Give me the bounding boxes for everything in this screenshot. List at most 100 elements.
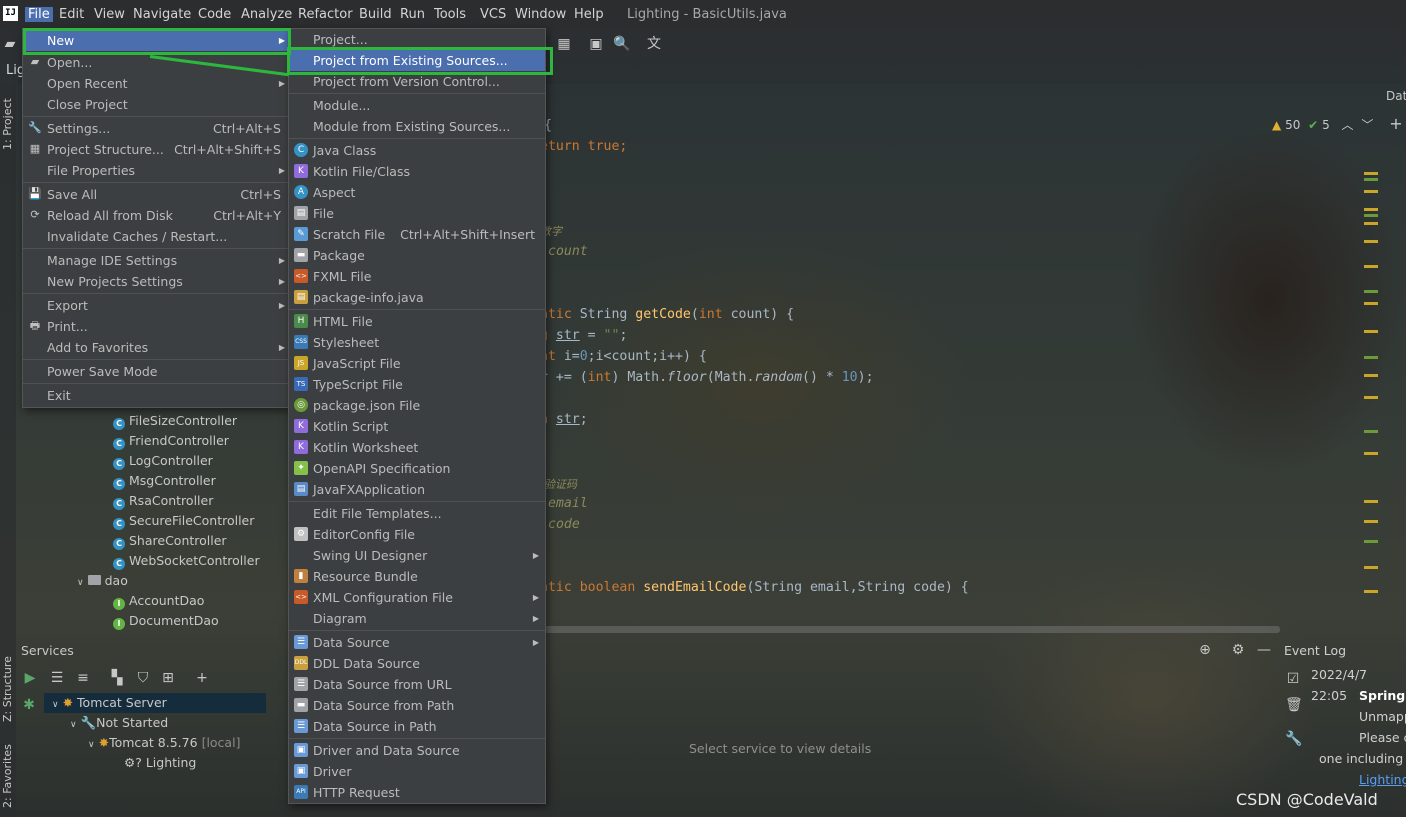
menu-edit[interactable]: Edit [59, 7, 84, 22]
new-menu-item-javascript-file[interactable]: JS JavaScript File [289, 353, 545, 374]
target-icon[interactable]: ⊕ [1197, 642, 1213, 658]
new-menu-item-data-source-in-path[interactable]: ☰ Data Source in Path [289, 716, 545, 737]
menu-analyze[interactable]: Analyze [241, 7, 292, 22]
tree-item[interactable]: C MsgController [113, 473, 216, 490]
file-menu-item-manage-ide-settings[interactable]: Manage IDE Settings ▶ [23, 250, 289, 271]
new-menu-item-file[interactable]: ▤ File [289, 203, 545, 224]
new-menu-item-javafxapplication[interactable]: ▤ JavaFXApplication [289, 479, 545, 500]
new-menu-item-driver-and-data-source[interactable]: ▣ Driver and Data Source [289, 740, 545, 761]
project-tool-tab[interactable]: 1: Project [1, 98, 14, 150]
event-link[interactable]: Lighting [1359, 772, 1406, 787]
open-folder-icon[interactable]: ▰ [2, 36, 18, 52]
tree-item[interactable]: C SecureFileController [113, 513, 254, 530]
new-menu-item-kotlin-file-class[interactable]: K Kotlin File/Class [289, 161, 545, 182]
file-menu-item-exit[interactable]: Exit [23, 385, 289, 406]
new-menu-item-diagram[interactable]: Diagram ▶ [289, 608, 545, 629]
structure-icon[interactable]: ▦ [556, 36, 572, 52]
wrench-icon[interactable]: 🔧 [1285, 731, 1302, 747]
tree-folder[interactable]: ∨ dao [77, 573, 128, 588]
file-menu-item-power-save-mode[interactable]: Power Save Mode [23, 361, 289, 382]
new-menu-item-kotlin-script[interactable]: K Kotlin Script [289, 416, 545, 437]
menu-window[interactable]: Window [515, 7, 566, 22]
trash-icon[interactable]: 🗑 [1285, 697, 1303, 713]
add-icon[interactable]: + [1388, 116, 1404, 132]
tree-item[interactable]: I AccountDao [113, 593, 204, 610]
menu-file[interactable]: File [25, 7, 53, 22]
file-menu-item-print[interactable]: 🖶 Print... [23, 316, 289, 337]
service-node-tomcat-server[interactable]: ∨ ✸ Tomcat Server [52, 695, 167, 710]
favorites-tool-tab[interactable]: 2: Favorites [1, 744, 14, 808]
menu-vcs[interactable]: VCS [480, 7, 506, 22]
new-menu-item-http-request[interactable]: API HTTP Request [289, 782, 545, 803]
file-menu-item-export[interactable]: Export ▶ [23, 295, 289, 316]
new-menu-item-ddl-data-source[interactable]: DDL DDL Data Source [289, 653, 545, 674]
filter-icon[interactable]: ⛉ [135, 670, 151, 686]
service-node-lighting[interactable]: ⚙? Lighting [124, 755, 196, 770]
file-menu-item-invalidate-caches-restart[interactable]: Invalidate Caches / Restart... [23, 226, 289, 247]
menu-help[interactable]: Help [574, 7, 604, 22]
add-service-icon[interactable]: + [194, 670, 210, 686]
menu-tools[interactable]: Tools [434, 7, 466, 22]
new-menu-item-data-source[interactable]: ☰ Data Source ▶ [289, 632, 545, 653]
file-menu-item-save-all[interactable]: 💾 Save All Ctrl+S [23, 184, 289, 205]
new-menu-item-package-json-file[interactable]: ◎ package.json File [289, 395, 545, 416]
new-menu-item-driver[interactable]: ▣ Driver [289, 761, 545, 782]
gear-icon[interactable]: ⚙ [1230, 642, 1246, 658]
tree-item[interactable]: C FileSizeController [113, 413, 237, 430]
new-menu-item-package-info-java[interactable]: ▤ package-info.java [289, 287, 545, 308]
new-menu-item-kotlin-worksheet[interactable]: K Kotlin Worksheet [289, 437, 545, 458]
translate-icon[interactable]: 文 [646, 36, 662, 52]
file-menu-item-close-project[interactable]: Close Project [23, 94, 289, 115]
new-menu-item-aspect[interactable]: A Aspect [289, 182, 545, 203]
new-menu-item-data-source-from-url[interactable]: ☰ Data Source from URL [289, 674, 545, 695]
menu-run[interactable]: Run [400, 7, 425, 22]
new-menu-item-module[interactable]: Module... [289, 95, 545, 116]
menu-navigate[interactable]: Navigate [133, 7, 191, 22]
chevron-up-icon[interactable]: ︿ [1342, 118, 1354, 132]
tree-item[interactable]: I DocumentDao [113, 613, 219, 630]
new-menu-item-edit-file-templates[interactable]: Edit File Templates... [289, 503, 545, 524]
checkbox-icon[interactable]: ☑ [1285, 671, 1301, 687]
collapse-all-icon[interactable]: ≡ [75, 670, 91, 686]
expand-all-icon[interactable]: ☰ [49, 670, 65, 686]
file-menu-item-reload-all-from-disk[interactable]: ⟳ Reload All from Disk Ctrl+Alt+Y [23, 205, 289, 226]
menu-code[interactable]: Code [198, 7, 231, 22]
inspection-widget[interactable]: ▲ 50 ✔ 5 ︿ ﹀ [1272, 116, 1373, 133]
file-menu-item-project-structure[interactable]: ▦ Project Structure... Ctrl+Alt+Shift+S [23, 139, 289, 160]
new-tab-icon[interactable]: ⊞ [160, 670, 176, 686]
window-icon[interactable]: ▣ [588, 36, 604, 52]
service-node-tomcat-local[interactable]: ∨ ✸Tomcat 8.5.76 [local] [88, 735, 240, 750]
menu-refactor[interactable]: Refactor [298, 7, 353, 22]
new-menu-item-editorconfig-file[interactable]: ⚙ EditorConfig File [289, 524, 545, 545]
new-menu-item-openapi-specification[interactable]: ✦ OpenAPI Specification [289, 458, 545, 479]
new-menu-item-java-class[interactable]: C Java Class [289, 140, 545, 161]
new-menu-item-data-source-from-path[interactable]: ▬ Data Source from Path [289, 695, 545, 716]
structure-tool-tab[interactable]: Z: Structure [1, 656, 14, 722]
tree-item[interactable]: C RsaController [113, 493, 213, 510]
horizontal-scrollbar[interactable] [540, 626, 1280, 633]
file-menu-item-file-properties[interactable]: File Properties ▶ [23, 160, 289, 181]
new-menu-item-swing-ui-designer[interactable]: Swing UI Designer ▶ [289, 545, 545, 566]
service-node-not-started[interactable]: ∨ 🔧Not Started [70, 715, 168, 731]
minimize-icon[interactable]: — [1256, 642, 1272, 658]
menu-view[interactable]: View [94, 7, 125, 22]
file-menu-item-new-projects-settings[interactable]: New Projects Settings ▶ [23, 271, 289, 292]
new-menu-item-module-from-existing-sources[interactable]: Module from Existing Sources... [289, 116, 545, 137]
search-icon[interactable]: 🔍 [613, 36, 630, 52]
menu-build[interactable]: Build [359, 7, 392, 22]
debug-icon[interactable]: ✱ [21, 697, 37, 713]
new-menu-item-html-file[interactable]: H HTML File [289, 311, 545, 332]
database-tab[interactable]: Dat [1386, 89, 1406, 103]
file-menu-item-settings[interactable]: 🔧 Settings... Ctrl+Alt+S [23, 118, 289, 139]
tree-item[interactable]: C FriendController [113, 433, 229, 450]
group-icon[interactable]: ▚ [109, 670, 125, 686]
new-menu-item-package[interactable]: ▬ Package [289, 245, 545, 266]
new-menu-item-scratch-file[interactable]: ✎ Scratch File Ctrl+Alt+Shift+Insert [289, 224, 545, 245]
new-menu-item-stylesheet[interactable]: CSS Stylesheet [289, 332, 545, 353]
tree-item[interactable]: C WebSocketController [113, 553, 260, 570]
new-menu-item-resource-bundle[interactable]: ▮ Resource Bundle [289, 566, 545, 587]
file-menu-item-open-recent[interactable]: Open Recent ▶ [23, 73, 289, 94]
chevron-down-icon[interactable]: ﹀ [1361, 118, 1373, 132]
file-menu-item-add-to-favorites[interactable]: Add to Favorites ▶ [23, 337, 289, 358]
new-menu-item-fxml-file[interactable]: <> FXML File [289, 266, 545, 287]
